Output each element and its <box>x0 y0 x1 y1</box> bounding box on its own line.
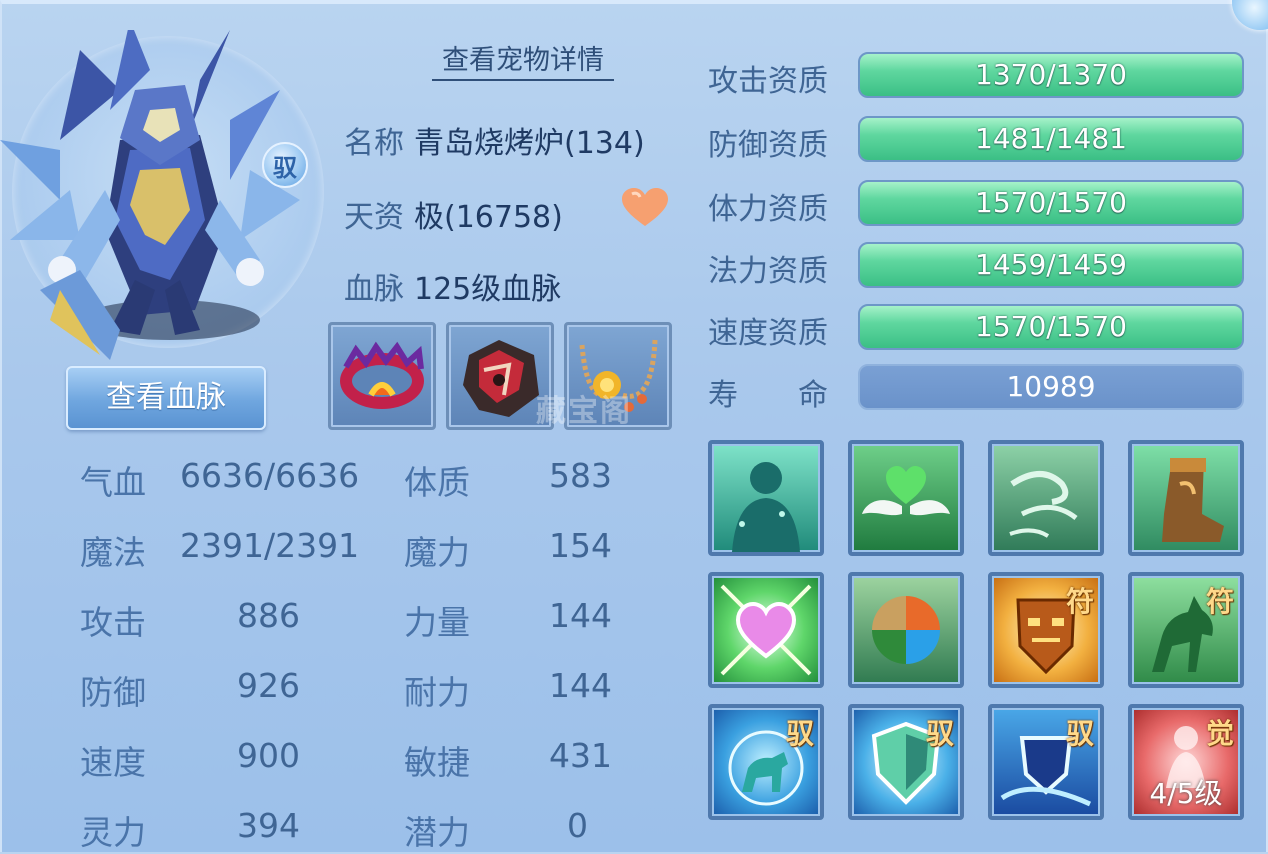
stat-con-value: 583 <box>549 456 612 495</box>
aptitude-mana-value: 1459/1459 <box>975 248 1127 281</box>
view-pet-detail-link[interactable]: 查看宠物详情 <box>432 38 614 81</box>
aptitude-mana-label: 法力资质 <box>708 254 828 289</box>
stat-mp-label: 魔法 <box>80 533 146 572</box>
aptitude-stamina-value: 1570/1570 <box>975 186 1127 219</box>
skill-slot-2[interactable] <box>848 440 964 556</box>
stat-hp-value: 6636/6636 <box>180 456 360 495</box>
crystal-heart-icon <box>720 584 812 676</box>
stat-str-value: 144 <box>549 596 612 635</box>
pet-bloodline-row: 血脉 125级血脉 <box>344 264 561 308</box>
skill-slot-10[interactable]: 驭 <box>848 704 964 820</box>
pet-name-value: 青岛烧烤炉(134) <box>414 126 645 161</box>
equipment-slot-collar[interactable] <box>328 322 436 430</box>
skill-tag-awaken: 觉 <box>1205 717 1234 750</box>
boot-icon <box>1162 458 1224 542</box>
watermark-text: 藏宝阁 <box>536 394 632 429</box>
aptitude-defense-label: 防御资质 <box>708 128 828 163</box>
awaken-level-text: 4/5级 <box>1149 777 1223 810</box>
lifespan-label: 寿 命 <box>708 378 828 413</box>
view-bloodline-button[interactable]: 查看血脉 <box>66 366 266 430</box>
skill-slot-5[interactable] <box>708 572 824 688</box>
stat-end-value: 144 <box>549 666 612 705</box>
pet-talent-row: 天资 极(16758) <box>344 192 563 236</box>
skill-tag-tame: 驭 <box>1065 717 1094 750</box>
stat-pot-label: 潜力 <box>404 813 470 852</box>
stat-mag-value: 154 <box>549 526 612 565</box>
aptitude-attack-bar: 1370/1370 <box>858 52 1244 98</box>
stat-def-value: 926 <box>237 666 300 705</box>
skill-slot-4[interactable] <box>1128 440 1244 556</box>
stat-str-label: 力量 <box>404 603 470 642</box>
lifespan-value: 10989 <box>858 364 1244 410</box>
pet-talent-label: 天资 <box>344 200 404 235</box>
stealth-icon <box>732 462 800 552</box>
stat-atk-label: 攻击 <box>80 603 146 642</box>
winged-heart-icon <box>862 466 950 516</box>
wind-icon <box>1009 471 1078 538</box>
pet-talent-value: 极(16758) <box>414 200 563 235</box>
heart-icon[interactable] <box>622 188 668 228</box>
skill-slot-3[interactable] <box>988 440 1104 556</box>
stat-mp-value: 2391/2391 <box>180 526 360 565</box>
skill-slot-7[interactable]: 符 <box>988 572 1104 688</box>
stat-agi-value: 431 <box>549 736 612 775</box>
stat-atk-value: 886 <box>237 596 300 635</box>
pet-portrait-icon <box>0 30 300 360</box>
pet-name-row: 名称 青岛烧烤炉(134) <box>344 118 645 162</box>
pet-name-label: 名称 <box>344 126 404 161</box>
skill-slot-9[interactable]: 驭 <box>708 704 824 820</box>
aptitude-attack-value: 1370/1370 <box>975 58 1127 91</box>
skill-slot-11[interactable]: 驭 <box>988 704 1104 820</box>
stat-con-label: 体质 <box>404 463 470 502</box>
aptitude-defense-value: 1481/1481 <box>975 122 1127 155</box>
tame-badge-icon: 驭 <box>262 142 308 188</box>
pet-bloodline-value: 125级血脉 <box>414 272 562 307</box>
stat-agi-label: 敏捷 <box>404 743 470 782</box>
stat-end-label: 耐力 <box>404 673 470 712</box>
skill-slot-1[interactable] <box>708 440 824 556</box>
skill-slot-12[interactable]: 觉 4/5级 <box>1128 704 1244 820</box>
skill-tag-tame: 驭 <box>785 717 814 750</box>
pet-bloodline-label: 血脉 <box>344 272 404 307</box>
aptitude-defense-bar: 1481/1481 <box>858 116 1244 162</box>
skill-tag-talisman: 符 <box>1205 585 1234 618</box>
stat-spd-label: 速度 <box>80 743 146 782</box>
aptitude-speed-label: 速度资质 <box>708 316 828 351</box>
aptitude-mana-bar: 1459/1459 <box>858 242 1244 288</box>
stat-spirit-label: 灵力 <box>80 813 146 852</box>
elements-icon <box>872 596 940 664</box>
skill-slot-8[interactable]: 符 <box>1128 572 1244 688</box>
stat-hp-label: 气血 <box>80 463 146 502</box>
aptitude-speed-value: 1570/1570 <box>975 310 1127 343</box>
aptitude-attack-label: 攻击资质 <box>708 64 828 99</box>
stat-def-label: 防御 <box>80 673 146 712</box>
collar-icon <box>340 341 424 409</box>
watermark: 藏宝阁 <box>536 386 632 430</box>
stat-spd-value: 900 <box>237 736 300 775</box>
aptitude-stamina-bar: 1570/1570 <box>858 180 1244 226</box>
stat-mag-label: 魔力 <box>404 533 470 572</box>
stat-pot-value: 0 <box>567 806 588 845</box>
aptitude-speed-bar: 1570/1570 <box>858 304 1244 350</box>
skill-tag-tame: 驭 <box>925 717 954 750</box>
aptitude-stamina-label: 体力资质 <box>708 192 828 227</box>
skill-tag-talisman: 符 <box>1065 585 1094 618</box>
stat-spirit-value: 394 <box>237 806 300 845</box>
skill-slot-6[interactable] <box>848 572 964 688</box>
